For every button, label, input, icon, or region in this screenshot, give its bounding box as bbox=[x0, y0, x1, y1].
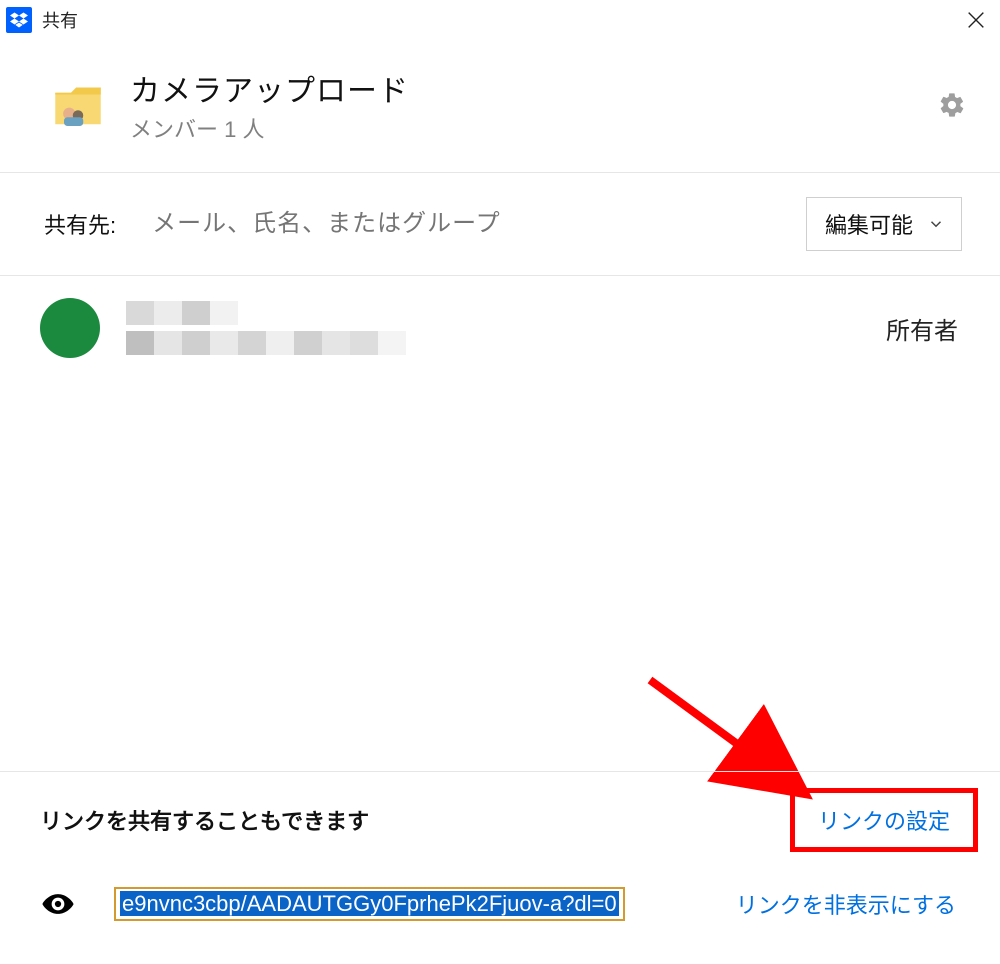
member-redacted-name bbox=[126, 301, 886, 355]
hide-link-link[interactable]: リンクを非表示にする bbox=[736, 888, 956, 920]
chevron-down-icon bbox=[927, 215, 945, 233]
share-url-value: e9nvnc3cbp/AADAUTGGy0FprhePk2Fjuov-a?dl=… bbox=[120, 891, 619, 916]
link-settings-link[interactable]: リンクの設定 bbox=[818, 809, 950, 834]
close-button[interactable] bbox=[960, 4, 992, 36]
share-recipient-input[interactable] bbox=[150, 209, 790, 239]
dropbox-icon bbox=[6, 7, 32, 33]
share-row: 共有先: 編集可能 bbox=[0, 173, 1000, 276]
folder-icon bbox=[48, 75, 108, 135]
folder-member-count: メンバー 1 人 bbox=[130, 112, 934, 144]
titlebar: 共有 bbox=[0, 0, 1000, 40]
folder-header: カメラアップロード メンバー 1 人 bbox=[0, 40, 1000, 173]
member-row: 所有者 bbox=[40, 298, 962, 358]
link-share-heading: リンクを共有することもできます bbox=[40, 804, 808, 836]
member-role: 所有者 bbox=[886, 311, 958, 346]
link-share-section: リンクを共有することもできます リンクの設定 e9nvnc3cbp/AADAUT… bbox=[0, 771, 1000, 964]
share-to-label: 共有先: bbox=[44, 208, 116, 240]
member-list: 所有者 bbox=[0, 276, 1000, 358]
permission-dropdown[interactable]: 編集可能 bbox=[806, 197, 962, 251]
share-url-field[interactable]: e9nvnc3cbp/AADAUTGGy0FprhePk2Fjuov-a?dl=… bbox=[114, 887, 625, 921]
settings-gear-button[interactable] bbox=[934, 87, 970, 123]
window-title: 共有 bbox=[42, 7, 78, 33]
folder-name: カメラアップロード bbox=[130, 66, 934, 110]
eye-icon bbox=[40, 886, 76, 922]
avatar bbox=[40, 298, 100, 358]
permission-selected: 編集可能 bbox=[825, 208, 913, 240]
